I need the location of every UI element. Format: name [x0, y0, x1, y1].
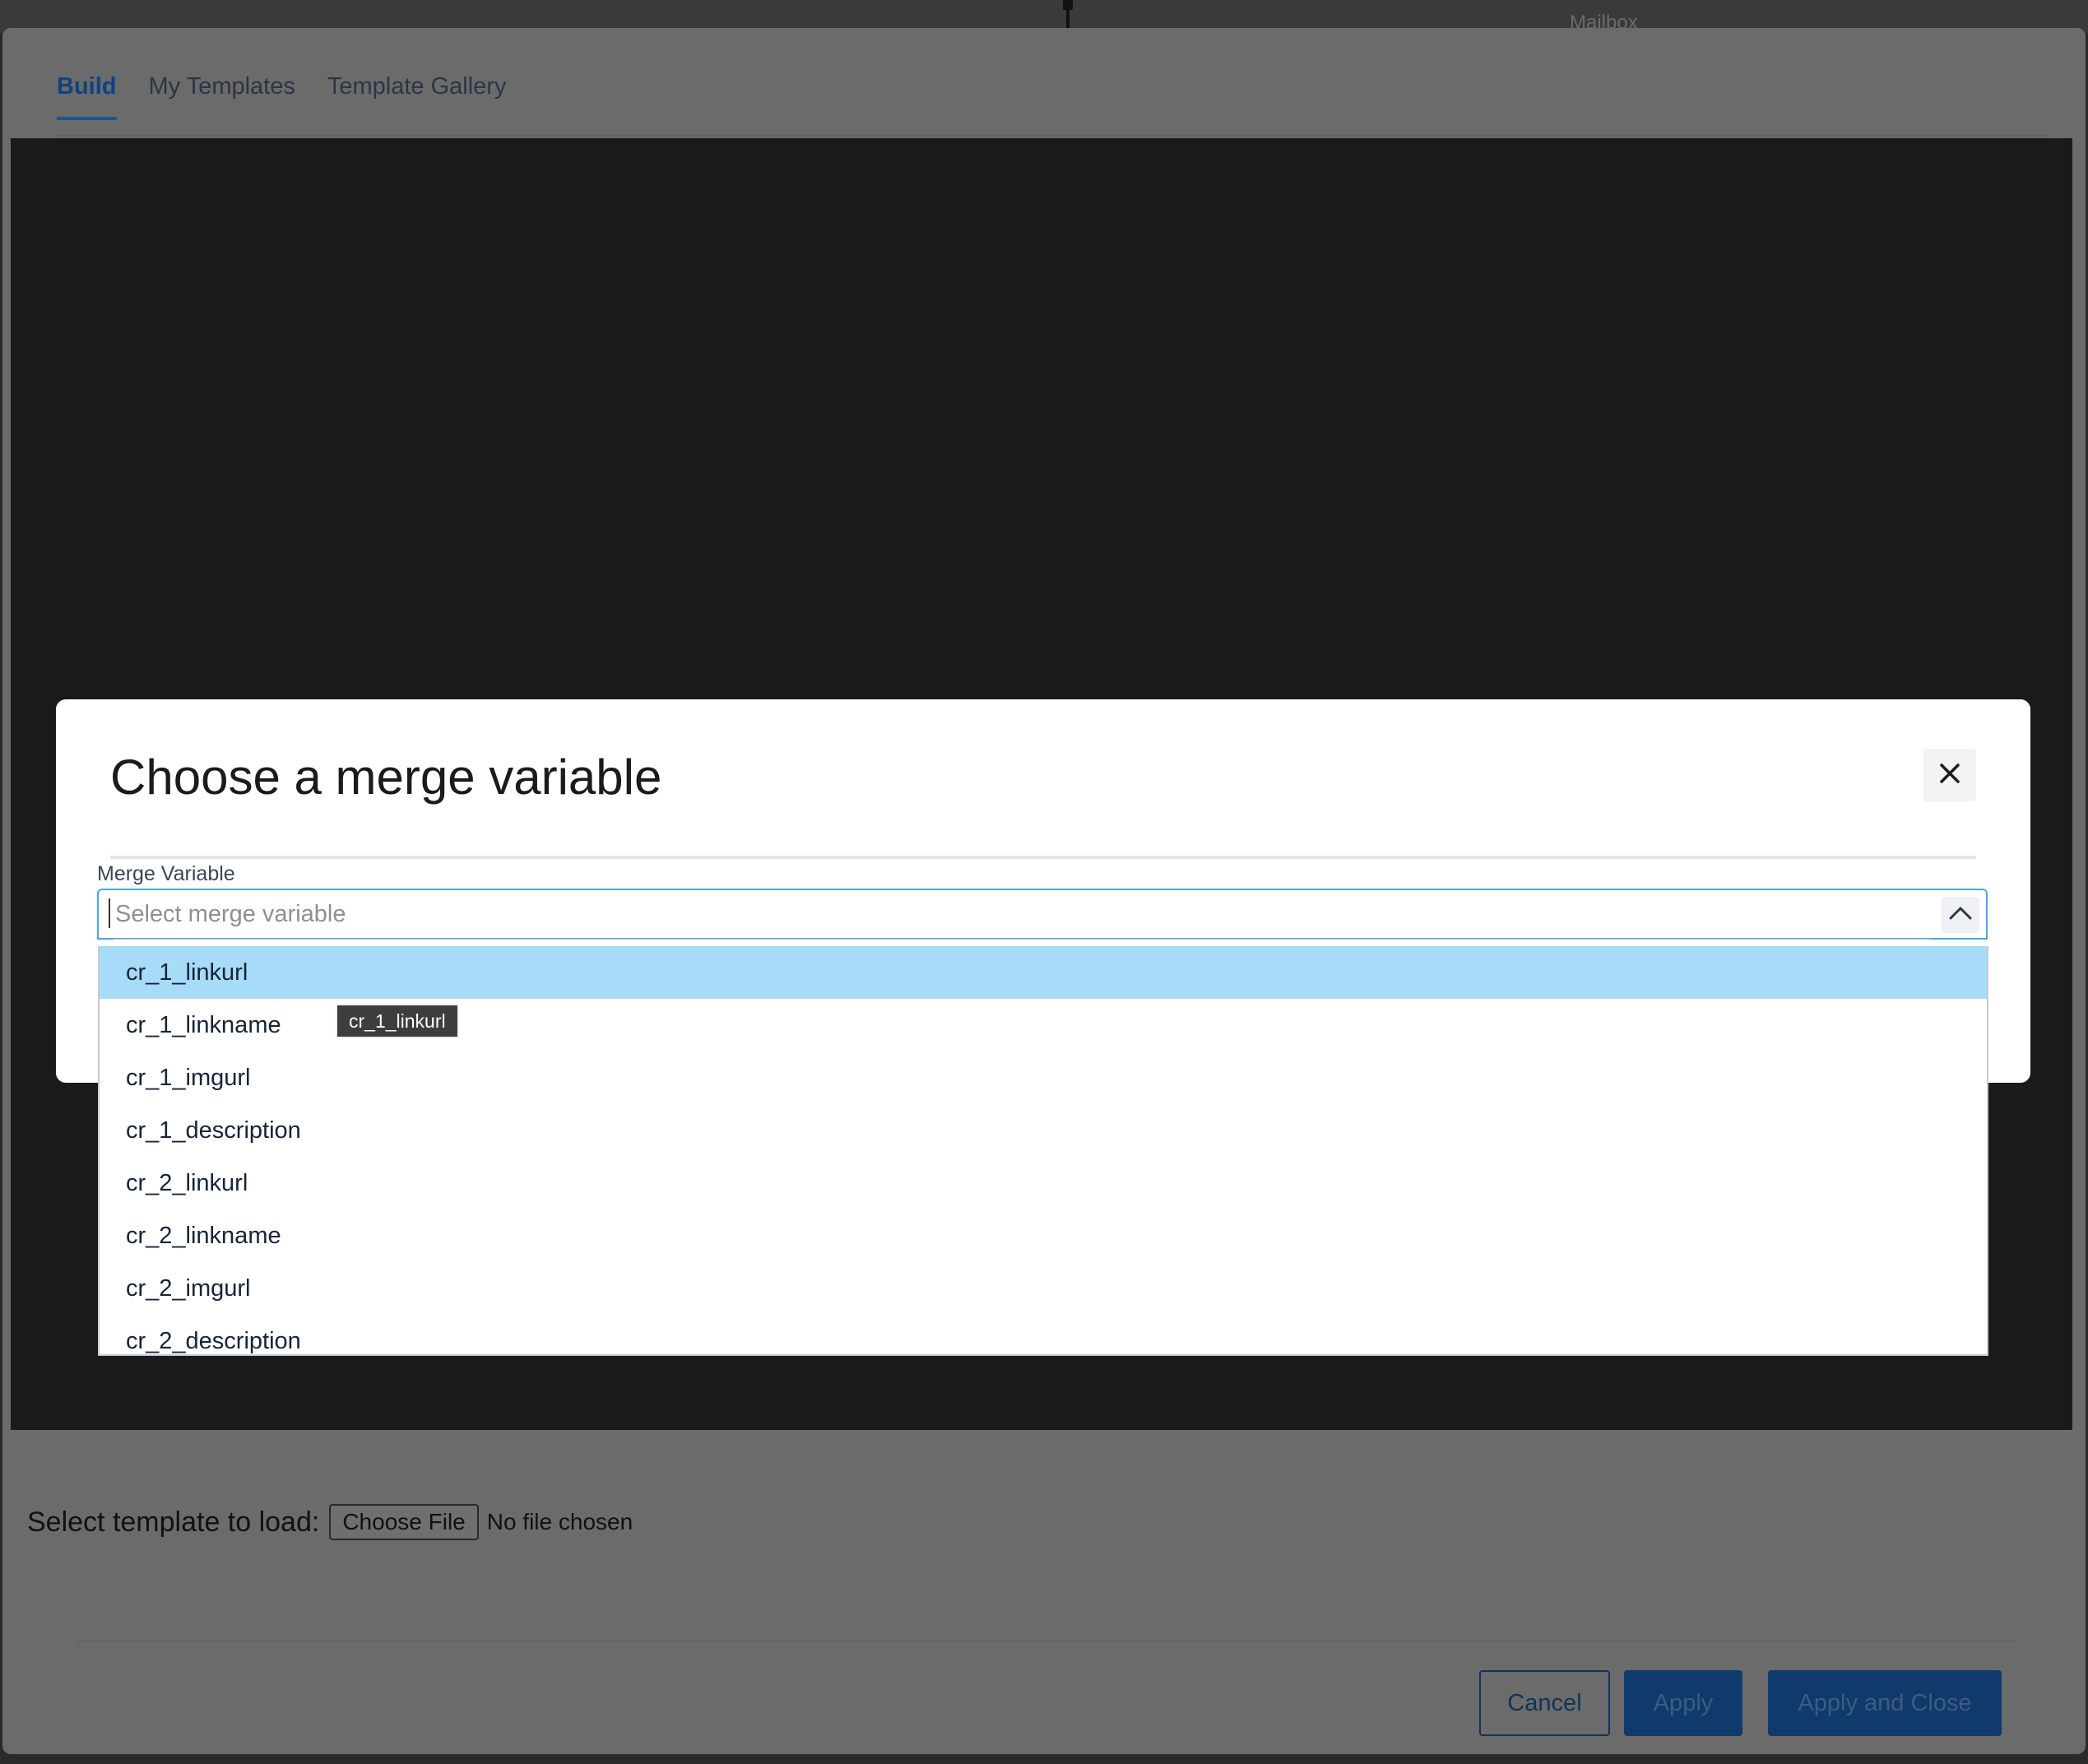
option-cr-2-description[interactable]: cr_2_description: [100, 1315, 1987, 1354]
cancel-button[interactable]: Cancel: [1479, 1670, 1610, 1736]
editor-tabs: Build My Templates Template Gallery: [57, 73, 506, 120]
close-icon: [1937, 761, 1962, 790]
tab-build[interactable]: Build: [57, 73, 117, 120]
option-cr-2-linkurl[interactable]: cr_2_linkurl: [100, 1157, 1987, 1209]
footer-divider: [77, 1641, 2015, 1642]
close-button[interactable]: [1923, 749, 1976, 801]
option-tooltip: cr_1_linkurl: [336, 1004, 459, 1038]
merge-variable-search-input[interactable]: [114, 898, 1919, 930]
option-cr-1-linkurl[interactable]: cr_1_linkurl: [100, 946, 1987, 999]
text-caret: [109, 898, 110, 928]
merge-variable-select[interactable]: [97, 889, 1988, 940]
choose-file-button[interactable]: Choose File: [329, 1504, 479, 1540]
merge-variable-label: Merge Variable: [97, 862, 235, 885]
file-status-text: No file chosen: [486, 1509, 633, 1534]
tab-template-gallery[interactable]: Template Gallery: [327, 73, 507, 120]
load-template-label: Select template to load:: [27, 1506, 320, 1538]
tab-my-templates[interactable]: My Templates: [149, 73, 295, 120]
option-cr-2-imgurl[interactable]: cr_2_imgurl: [100, 1262, 1987, 1315]
option-cr-1-description[interactable]: cr_1_description: [100, 1104, 1987, 1157]
modal-title: Choose a merge variable: [110, 750, 662, 805]
option-cr-2-linkname[interactable]: cr_2_linkname: [100, 1209, 1987, 1262]
select-underline: [114, 939, 1932, 940]
chevron-up-icon: [1948, 905, 1973, 926]
modal-divider: [110, 856, 1976, 859]
load-template-row: Select template to load: Choose File No …: [27, 1504, 633, 1540]
dropdown-toggle-button[interactable]: [1942, 897, 1979, 933]
apply-and-close-button[interactable]: Apply and Close: [1768, 1670, 2002, 1736]
option-cr-1-imgurl[interactable]: cr_1_imgurl: [100, 1051, 1987, 1104]
flow-connector-node: [1063, 0, 1073, 10]
apply-button[interactable]: Apply: [1624, 1670, 1742, 1736]
tabs-divider: [57, 135, 2048, 137]
